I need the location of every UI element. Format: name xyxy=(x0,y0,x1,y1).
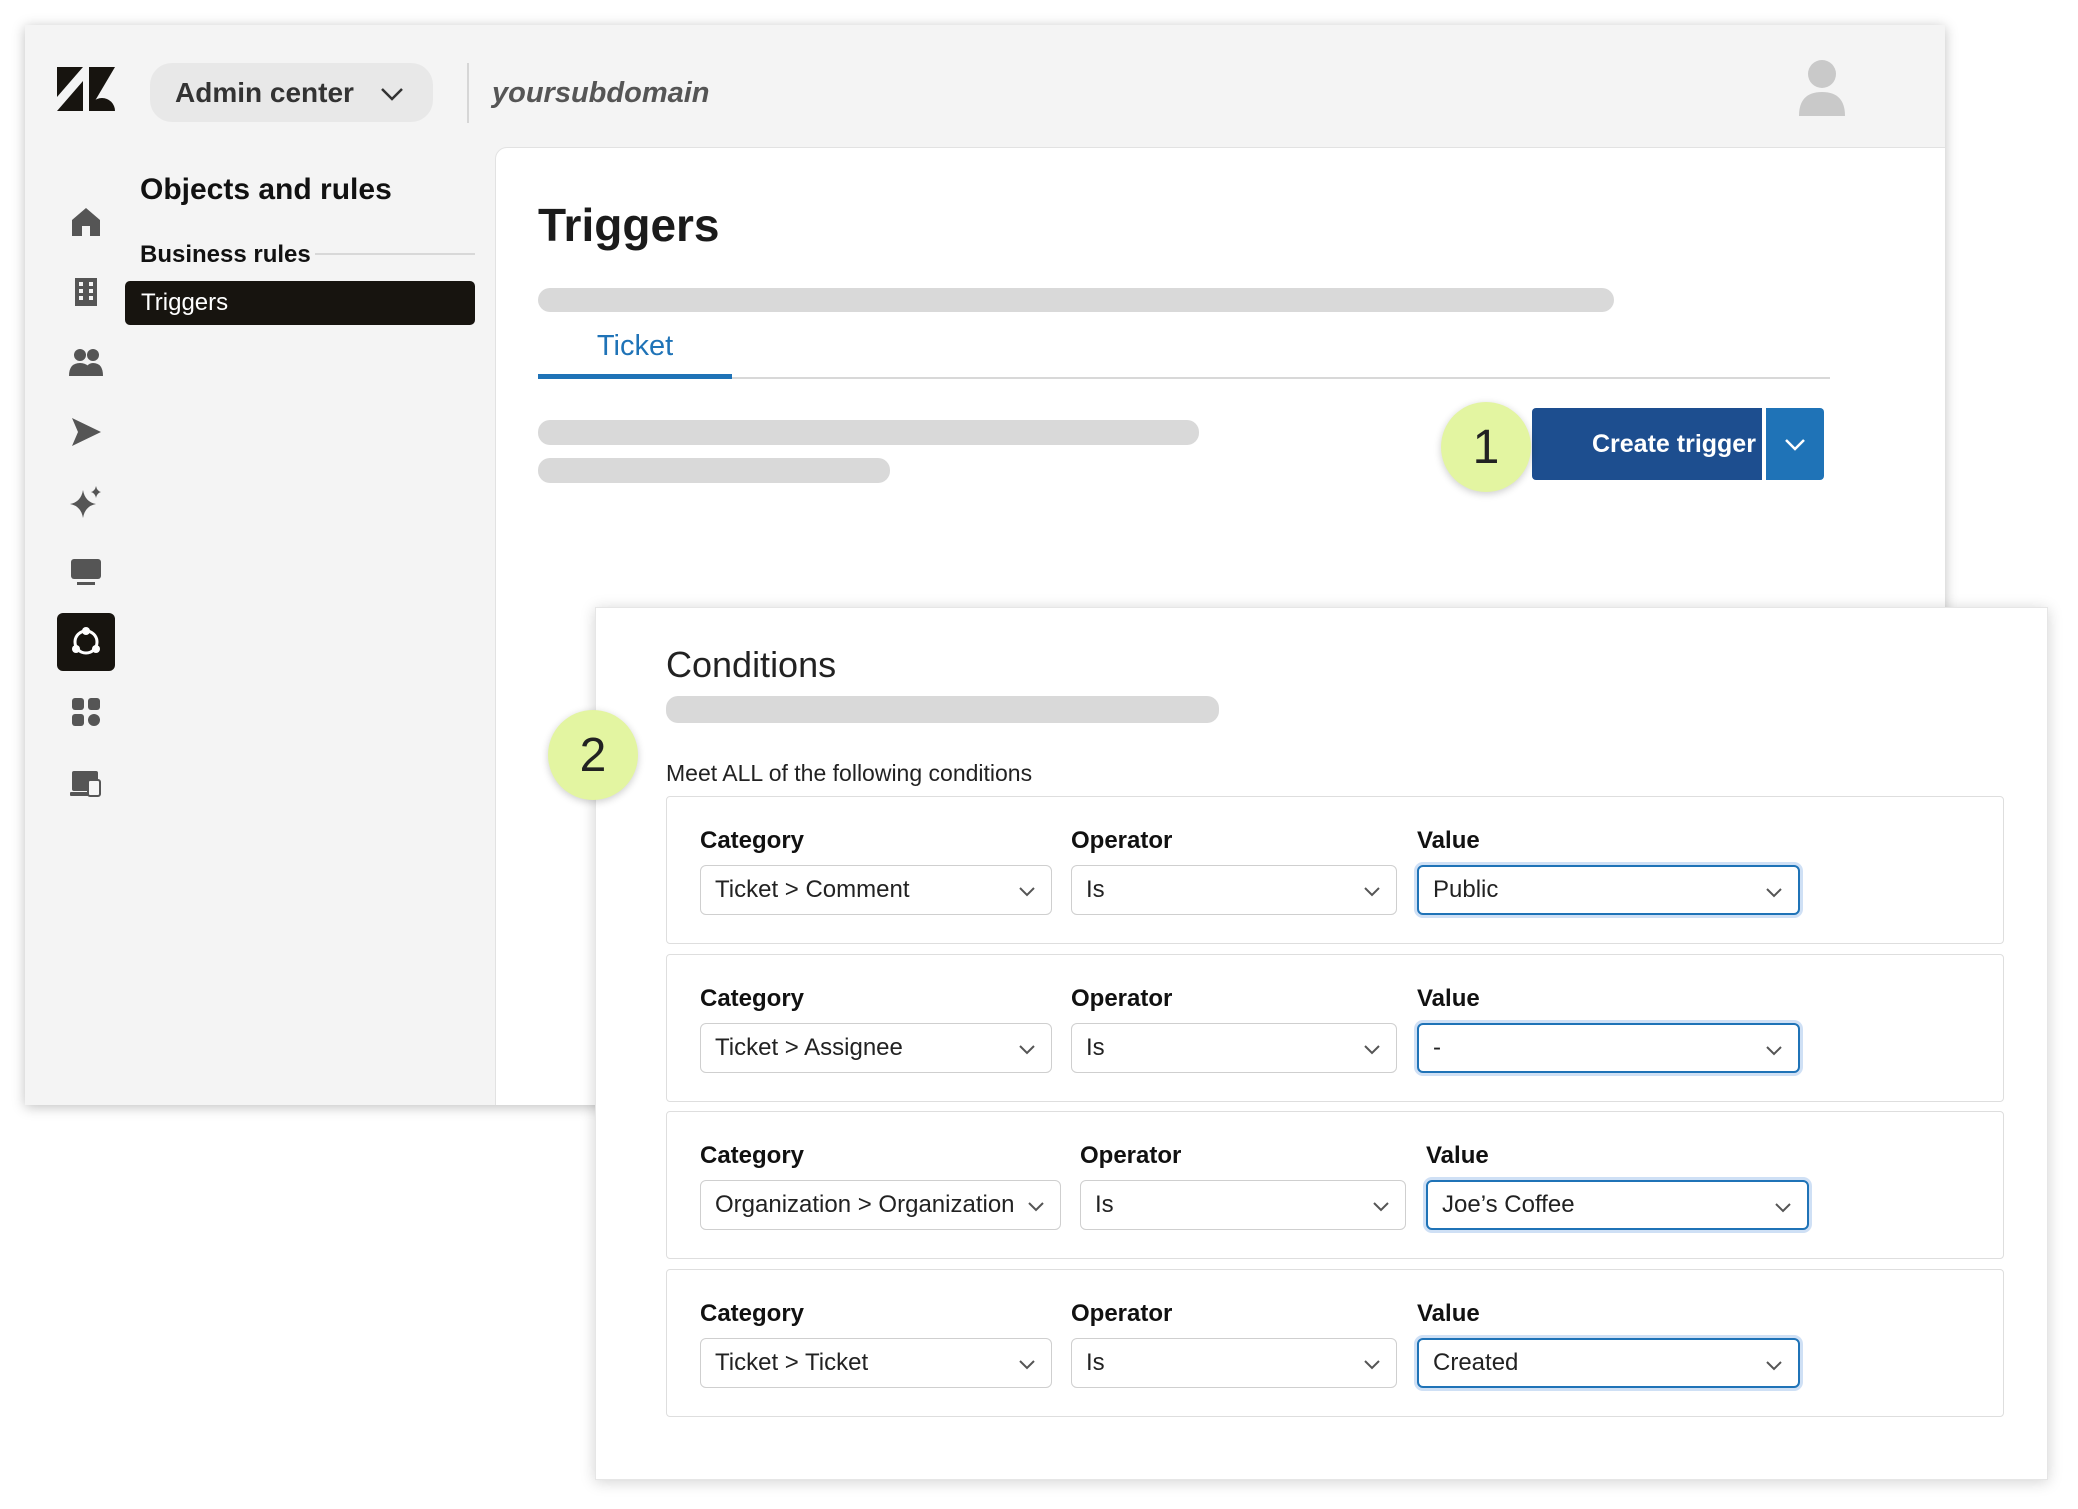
tab-ticket[interactable]: Ticket xyxy=(538,330,732,378)
category-label: Category xyxy=(700,1142,805,1169)
conditions-subtitle: Meet ALL of the following conditions xyxy=(666,760,1033,786)
step-badge-1: 1 xyxy=(1441,402,1531,492)
step-badge-2: 2 xyxy=(548,710,638,800)
condition-row: Category Operator Value Organization > O… xyxy=(666,1111,2004,1259)
category-select-value: Organization > Organization xyxy=(715,1191,1015,1218)
chevron-down-icon xyxy=(1766,1361,1782,1371)
operator-select[interactable]: Is xyxy=(1071,1023,1397,1073)
operator-label: Operator xyxy=(1071,827,1173,854)
value-select-value: - xyxy=(1433,1034,1441,1061)
value-label: Value xyxy=(1417,827,1480,854)
value-label: Value xyxy=(1426,1142,1489,1169)
category-label: Category xyxy=(700,1300,805,1327)
operator-label: Operator xyxy=(1071,985,1173,1012)
category-select-value: Ticket > Comment xyxy=(715,876,910,903)
chevron-down-icon xyxy=(1766,888,1782,898)
skeleton-conditions-desc xyxy=(666,696,1219,723)
chevron-down-icon xyxy=(1785,439,1805,451)
value-select-value: Public xyxy=(1433,876,1499,903)
skeleton-line-1 xyxy=(538,420,1199,445)
home-icon[interactable] xyxy=(57,193,115,251)
sparkle-icon[interactable] xyxy=(57,473,115,531)
operator-select-value: Is xyxy=(1086,876,1105,903)
category-select[interactable]: Ticket > Comment xyxy=(700,865,1052,915)
operator-select[interactable]: Is xyxy=(1071,1338,1397,1388)
value-select[interactable]: Created xyxy=(1417,1338,1800,1388)
subdomain-label: yoursubdomain xyxy=(492,77,710,109)
operator-select-value: Is xyxy=(1086,1349,1105,1376)
create-trigger-button[interactable]: Create trigger xyxy=(1532,408,1762,480)
chevron-down-icon xyxy=(1364,887,1380,897)
chevron-down-icon xyxy=(1364,1045,1380,1055)
nav-section-business-rules: Business rules xyxy=(140,241,311,268)
nav-item-triggers[interactable]: Triggers xyxy=(125,281,475,325)
monitor-icon[interactable] xyxy=(57,543,115,601)
chevron-down-icon xyxy=(381,88,403,101)
value-select[interactable]: Joe’s Coffee xyxy=(1426,1180,1809,1230)
category-label: Category xyxy=(700,985,805,1012)
condition-row: Category Operator Value Ticket > Comment… xyxy=(666,796,2004,944)
people-icon[interactable] xyxy=(57,333,115,391)
workspace-icon[interactable] xyxy=(57,755,115,813)
chevron-down-icon xyxy=(1019,1360,1035,1370)
create-trigger-menu-button[interactable] xyxy=(1766,408,1824,480)
send-icon[interactable] xyxy=(57,403,115,461)
value-label: Value xyxy=(1417,1300,1480,1327)
category-select-value: Ticket > Ticket xyxy=(715,1349,869,1376)
header-divider xyxy=(467,63,469,123)
conditions-card: Conditions Meet ALL of the following con… xyxy=(595,607,2048,1480)
chevron-down-icon xyxy=(1775,1203,1791,1213)
operator-select-value: Is xyxy=(1086,1034,1105,1061)
zendesk-logo-icon[interactable] xyxy=(57,67,115,111)
operator-select-value: Is xyxy=(1095,1191,1114,1218)
page-title: Triggers xyxy=(538,199,720,251)
chevron-down-icon xyxy=(1028,1202,1044,1212)
value-select-value: Joe’s Coffee xyxy=(1442,1191,1575,1218)
nav-title: Objects and rules xyxy=(140,173,392,206)
value-select[interactable]: - xyxy=(1417,1023,1800,1073)
apps-icon[interactable] xyxy=(57,683,115,741)
value-select-value: Created xyxy=(1433,1349,1519,1376)
tab-ticket-underline xyxy=(538,374,732,379)
category-label: Category xyxy=(700,827,805,854)
condition-row: Category Operator Value Ticket > Assigne… xyxy=(666,954,2004,1102)
building-icon[interactable] xyxy=(57,263,115,321)
category-select-value: Ticket > Assignee xyxy=(715,1034,903,1061)
skeleton-line-2 xyxy=(538,458,890,483)
value-select[interactable]: Public xyxy=(1417,865,1800,915)
product-switcher[interactable]: Admin center xyxy=(150,63,433,122)
chevron-down-icon xyxy=(1766,1046,1782,1056)
operator-label: Operator xyxy=(1080,1142,1182,1169)
value-label: Value xyxy=(1417,985,1480,1012)
skeleton-description xyxy=(538,288,1614,312)
category-select[interactable]: Ticket > Assignee xyxy=(700,1023,1052,1073)
category-select[interactable]: Organization > Organization xyxy=(700,1180,1061,1230)
operator-select[interactable]: Is xyxy=(1080,1180,1406,1230)
nav-section-divider xyxy=(315,253,475,255)
operator-label: Operator xyxy=(1071,1300,1173,1327)
chevron-down-icon xyxy=(1019,1045,1035,1055)
conditions-title: Conditions xyxy=(666,644,837,685)
user-avatar-icon[interactable] xyxy=(1797,58,1847,116)
chevron-down-icon xyxy=(1373,1202,1389,1212)
product-switcher-label: Admin center xyxy=(175,76,354,108)
chevron-down-icon xyxy=(1364,1360,1380,1370)
operator-select[interactable]: Is xyxy=(1071,865,1397,915)
category-select[interactable]: Ticket > Ticket xyxy=(700,1338,1052,1388)
objects-rules-icon[interactable] xyxy=(57,613,115,671)
chevron-down-icon xyxy=(1019,887,1035,897)
condition-row: Category Operator Value Ticket > Ticket … xyxy=(666,1269,2004,1417)
